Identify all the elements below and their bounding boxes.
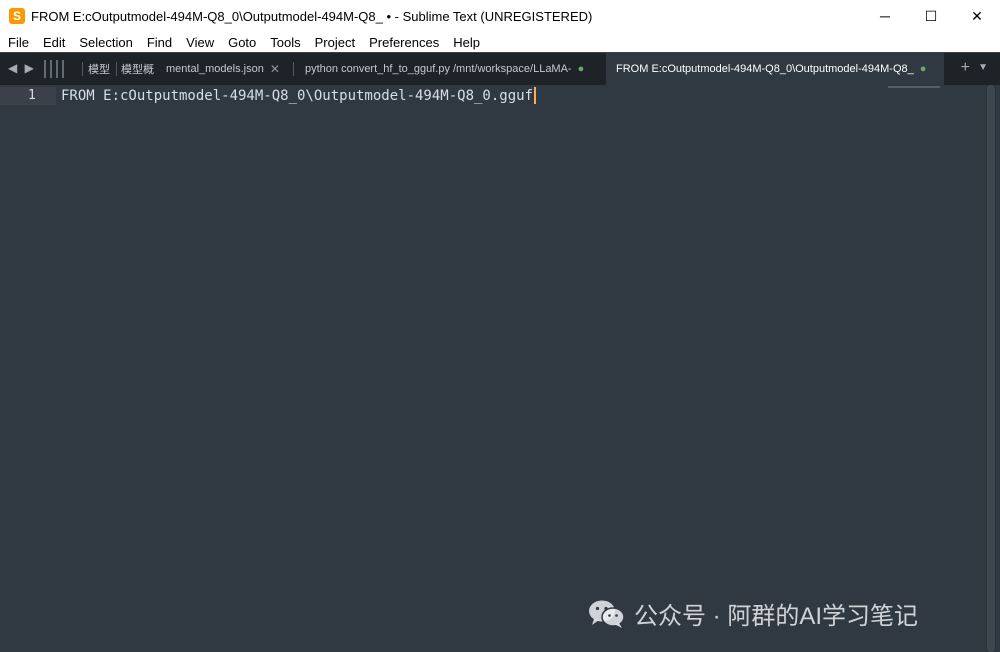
collapsed-tab[interactable]: [56, 60, 58, 78]
editor-area[interactable]: 1 FROM E:cOutputmodel-494M-Q8_0\Outputmo…: [0, 85, 1000, 652]
unsaved-dot-icon[interactable]: ●: [578, 63, 585, 75]
line-gutter: 1: [0, 85, 56, 652]
menu-find[interactable]: Find: [140, 35, 179, 50]
menu-goto[interactable]: Goto: [221, 35, 263, 50]
window-controls: ─ ☐ ✕: [862, 0, 1000, 32]
tab-label: python convert_hf_to_gguf.py /mnt/worksp…: [305, 63, 572, 75]
minimap[interactable]: [888, 86, 940, 88]
unsaved-dot-icon[interactable]: ●: [920, 63, 927, 75]
new-tab-icon[interactable]: +: [961, 59, 970, 77]
minimize-button[interactable]: ─: [862, 0, 908, 32]
chevron-down-icon[interactable]: ▼: [978, 62, 988, 73]
menu-help[interactable]: Help: [446, 35, 487, 50]
menu-selection[interactable]: Selection: [72, 35, 139, 50]
collapsed-tab[interactable]: [44, 60, 46, 78]
menu-preferences[interactable]: Preferences: [362, 35, 446, 50]
tab-separator: [116, 62, 117, 76]
menu-bar: File Edit Selection Find View Goto Tools…: [0, 32, 1000, 52]
tab-label: FROM E:cOutputmodel-494M-Q8_0\Outputmode…: [616, 63, 914, 75]
watermark: 公众号 · 阿群的AI学习笔记: [588, 596, 918, 631]
maximize-button[interactable]: ☐: [908, 0, 954, 32]
tab-separator: [82, 62, 83, 76]
tab-bar: ◀ ▶ 模型 模型概 mental_models.json ✕ python c…: [0, 52, 1000, 85]
tab-label: 模型概: [121, 64, 154, 76]
tab-separator: [293, 62, 294, 76]
scrollbar-thumb[interactable]: [987, 85, 995, 652]
title-bar: S FROM E:cOutputmodel-494M-Q8_0\Outputmo…: [0, 0, 1000, 32]
menu-tools[interactable]: Tools: [263, 35, 307, 50]
watermark-text: 公众号 · 阿群的AI学习笔记: [634, 603, 919, 630]
menu-file[interactable]: File: [0, 35, 36, 50]
collapsed-tab[interactable]: [62, 60, 64, 78]
collapsed-tabs: [44, 60, 64, 78]
tab-model-overview[interactable]: 模型概: [121, 53, 157, 85]
text-cursor: [534, 87, 537, 104]
tab-label: 模型: [88, 64, 110, 76]
tab-nav-arrows[interactable]: ◀ ▶: [8, 61, 36, 75]
menu-project[interactable]: Project: [308, 35, 362, 50]
sublime-text-icon: S: [9, 8, 25, 24]
tab-model[interactable]: 模型: [88, 53, 116, 85]
menu-view[interactable]: View: [179, 35, 221, 50]
tab-python-convert[interactable]: python convert_hf_to_gguf.py /mnt/worksp…: [305, 53, 600, 85]
close-icon[interactable]: ✕: [270, 62, 280, 76]
close-button[interactable]: ✕: [954, 0, 1000, 32]
wechat-icon: [589, 600, 625, 628]
vertical-scrollbar[interactable]: [986, 85, 996, 652]
code-text: FROM E:cOutputmodel-494M-Q8_0\Outputmode…: [61, 88, 534, 104]
tab-mental-models-json[interactable]: mental_models.json ✕: [166, 53, 292, 85]
menu-edit[interactable]: Edit: [36, 35, 72, 50]
line-number: 1: [0, 87, 56, 105]
window-title: FROM E:cOutputmodel-494M-Q8_0\Outputmode…: [31, 8, 593, 24]
collapsed-tab[interactable]: [50, 60, 52, 78]
tab-label: mental_models.json: [166, 63, 264, 75]
tab-from-outputmodel[interactable]: FROM E:cOutputmodel-494M-Q8_0\Outputmode…: [606, 53, 944, 85]
code-line[interactable]: FROM E:cOutputmodel-494M-Q8_0\Outputmode…: [61, 87, 537, 105]
